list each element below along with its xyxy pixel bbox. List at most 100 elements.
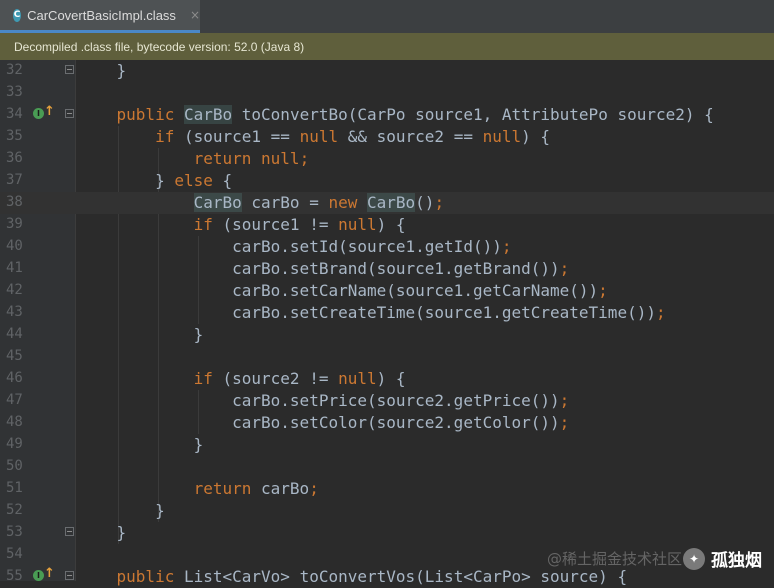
keyword-token: public [116, 105, 184, 124]
keyword-token: ; [434, 193, 445, 212]
line-number[interactable]: 47 [6, 392, 30, 408]
code-text: carBo.setId(source1.getId()); [78, 237, 511, 257]
code-editor[interactable]: 32 } 33 34 I ↑ public CarBo toConvertBo(CarP… [0, 60, 774, 586]
line-number[interactable]: 37 [6, 172, 30, 188]
keyword-token: ; [559, 259, 570, 278]
code-token: (source2 != [212, 369, 339, 388]
line-number[interactable]: 48 [6, 414, 30, 430]
code-token: ) { [521, 127, 551, 146]
code-line[interactable]: 44 } [0, 324, 774, 346]
keyword-token: ; [559, 413, 570, 432]
line-number[interactable]: 32 [6, 62, 30, 78]
line-number[interactable]: 53 [6, 524, 30, 540]
code-token: carBo.setCarName(source1.getCarName()) [78, 281, 599, 300]
implements-icon[interactable]: I [33, 570, 44, 581]
code-line[interactable]: 48 carBo.setColor(source2.getColor()); [0, 412, 774, 434]
fold-toggle-icon[interactable] [65, 65, 74, 74]
line-number[interactable]: 43 [6, 304, 30, 320]
line-number[interactable]: 46 [6, 370, 30, 386]
code-token: carBo.setColor(source2.getColor()) [78, 413, 560, 432]
code-line[interactable]: 52 } [0, 500, 774, 522]
tab-carcovertbasicimpl[interactable]: C CarCovertBasicImpl.class × [0, 0, 200, 33]
code-line[interactable]: 53 } [0, 522, 774, 544]
code-token: CarBo [193, 193, 242, 212]
code-line[interactable]: 38 CarBo carBo = new CarBo(); [0, 192, 774, 214]
code-line[interactable]: 36 return null; [0, 148, 774, 170]
code-token: carBo.setBrand(source1.getBrand()) [78, 259, 560, 278]
code-token: } [78, 501, 165, 520]
code-text: if (source2 != null) { [78, 369, 406, 389]
code-text: public CarBo toConvertBo(CarPo source1, … [78, 105, 714, 125]
line-number[interactable]: 34 [6, 106, 30, 122]
code-line[interactable]: 45 [0, 346, 774, 368]
code-line[interactable]: 50 [0, 456, 774, 478]
keyword-token: ; [309, 479, 319, 498]
line-number[interactable]: 39 [6, 216, 30, 232]
watermark-name: 孤独烟 [711, 551, 762, 571]
code-line[interactable]: 35 if (source1 == null && source2 == nul… [0, 126, 774, 148]
code-line[interactable]: 47 carBo.setPrice(source2.getPrice()); [0, 390, 774, 412]
keyword-token: null [299, 127, 339, 146]
line-number[interactable]: 45 [6, 348, 30, 364]
line-number[interactable]: 49 [6, 436, 30, 452]
code-text: public List<CarVo> toConvertVos(List<Car… [78, 567, 628, 587]
implements-icon[interactable]: I [33, 108, 44, 119]
line-number[interactable]: 50 [6, 458, 30, 474]
line-number[interactable]: 41 [6, 260, 30, 276]
line-number[interactable]: 55 [6, 568, 30, 584]
line-number[interactable]: 36 [6, 150, 30, 166]
line-number[interactable]: 35 [6, 128, 30, 144]
line-number[interactable]: 38 [6, 194, 30, 210]
line-number[interactable]: 44 [6, 326, 30, 342]
code-token: CarBo [183, 105, 233, 124]
code-token: { [212, 171, 233, 190]
line-number[interactable]: 40 [6, 238, 30, 254]
code-line[interactable]: 32 } [0, 60, 774, 82]
fold-toggle-icon[interactable] [65, 571, 74, 580]
keyword-token: return [193, 479, 252, 498]
keyword-token: if [155, 127, 175, 146]
code-text: carBo.setPrice(source2.getPrice()); [78, 391, 569, 411]
override-arrow-icon[interactable]: ↑ [44, 566, 55, 581]
code-text: } [78, 523, 127, 543]
code-token: () [415, 193, 435, 212]
code-line[interactable]: 39 if (source1 != null) { [0, 214, 774, 236]
line-number[interactable]: 52 [6, 502, 30, 518]
code-line[interactable]: 41 carBo.setBrand(source1.getBrand()); [0, 258, 774, 280]
code-line[interactable]: 49 } [0, 434, 774, 456]
code-line[interactable]: 37 } else { [0, 170, 774, 192]
code-line[interactable]: 46 if (source2 != null) { [0, 368, 774, 390]
code-line[interactable]: 51 return carBo; [0, 478, 774, 500]
keyword-token: ; [559, 391, 570, 410]
code-text: } [78, 61, 127, 81]
keyword-token: public [116, 567, 184, 586]
fold-toggle-icon[interactable] [65, 527, 74, 536]
banner-text: Decompiled .class file, bytecode version… [14, 39, 305, 54]
code-line[interactable]: 40 carBo.setId(source1.getId()); [0, 236, 774, 258]
code-token: (source1 == [174, 127, 300, 146]
line-number[interactable]: 51 [6, 480, 30, 496]
code-line[interactable]: 43 carBo.setCreateTime(source1.getCreate… [0, 302, 774, 324]
line-number[interactable]: 54 [6, 546, 30, 562]
override-arrow-icon[interactable]: ↑ [44, 104, 55, 119]
wechat-logo-icon: ✦ [683, 547, 705, 570]
line-number[interactable]: 42 [6, 282, 30, 298]
code-token: } [78, 435, 204, 454]
code-token: ) { [376, 215, 406, 234]
keyword-token: ; [501, 237, 512, 256]
line-number[interactable]: 33 [6, 84, 30, 100]
code-token: toConvertBo(CarPo source1, AttributePo s… [232, 105, 714, 124]
close-icon[interactable]: × [190, 8, 200, 22]
code-line[interactable]: 34 I ↑ public CarBo toConvertBo(CarPo sour… [0, 104, 774, 126]
code-line[interactable]: 33 [0, 82, 774, 104]
code-line[interactable]: 42 carBo.setCarName(source1.getCarName()… [0, 280, 774, 302]
code-line[interactable]: 55 I ↑ public List<CarVo> toConvertVos(Lis… [0, 566, 774, 588]
fold-toggle-icon[interactable] [65, 109, 74, 118]
code-text: carBo.setCarName(source1.getCarName()); [78, 281, 608, 301]
code-token: carBo.setCreateTime(source1.getCreateTim… [78, 303, 656, 322]
keyword-token: if [193, 369, 213, 388]
